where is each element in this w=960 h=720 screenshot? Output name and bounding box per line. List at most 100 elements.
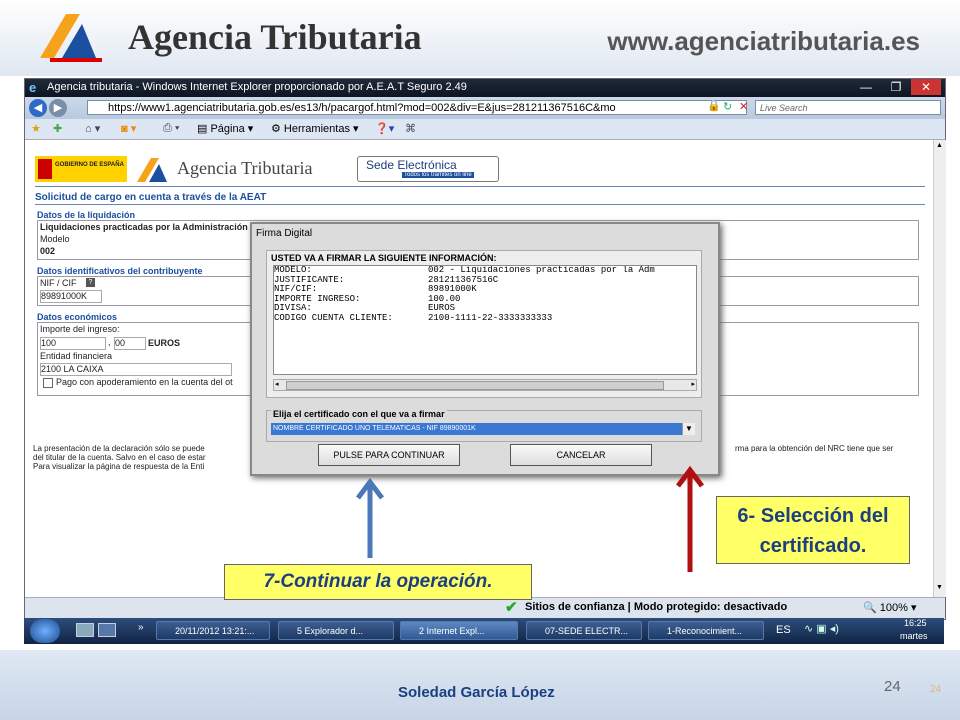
sede-title: Sede Electrónica [366, 158, 457, 172]
slide-header: Agencia Tributaria www.agenciatributaria… [0, 0, 960, 76]
continue-button[interactable]: PULSE PARA CONTINUAR [318, 444, 460, 466]
nif-label: NIF / CIF [40, 278, 77, 288]
info-title: USTED VA A FIRMAR LA SIGUIENTE INFORMACI… [271, 253, 497, 263]
gov-logo-text: GOBIERNO DE ESPAÑA [55, 162, 124, 168]
sede-logo: Sede Electrónica Todos los trámites on l… [357, 156, 499, 182]
section-contribuyente: Datos identificativos del contribuyente [37, 266, 203, 276]
window-titlebar: e Agencia tributaria - Windows Internet … [25, 79, 945, 97]
maximize-button[interactable]: ❐ [881, 79, 911, 95]
footer-text-1-right: rma para la obtención del NRC tiene que … [735, 444, 894, 453]
currency-label: EUROS [148, 338, 181, 348]
section-liquidacion: Datos de la liquidación [37, 210, 136, 220]
page-number: 24 [884, 678, 901, 695]
footer-text-2: del titular de la cuenta. Salvo en el ca… [33, 453, 206, 462]
page-heading: Solicitud de cargo en cuenta a través de… [35, 192, 267, 203]
scroll-up-icon[interactable]: ▲ [936, 142, 943, 149]
info-row: CODIGO CUENTA CLIENTE: 2100-1111-22-33333… [274, 312, 553, 323]
switch-windows-icon[interactable] [98, 623, 116, 637]
author-name: Soledad García López [398, 684, 555, 701]
heading-underline [35, 204, 925, 205]
home-icon[interactable]: ⌂ ▾ [85, 122, 100, 135]
callout-step-6: 6- Selección del certificado. [716, 496, 910, 564]
show-desktop-icon[interactable] [76, 623, 94, 637]
quicklaunch-chevron-icon[interactable]: » [138, 622, 144, 633]
scroll-down-icon[interactable]: ▼ [936, 584, 943, 591]
entidad-select[interactable]: 2100 LA CAIXA [40, 363, 232, 376]
tray-icons[interactable]: ∿ ▣ ◂) [804, 622, 839, 635]
cancel-button[interactable]: CANCELAR [510, 444, 652, 466]
taskbar-item[interactable]: 1-Reconocimient... [648, 621, 764, 640]
dialog-title: Firma Digital [256, 228, 313, 239]
nif-field[interactable]: 89891000K [40, 290, 102, 303]
zoom-level[interactable]: 🔍 100% ▾ [863, 601, 916, 614]
scroll-thumb[interactable] [286, 381, 664, 390]
minimize-button[interactable]: — [851, 79, 881, 95]
search-input[interactable]: Live Search [755, 100, 941, 115]
page-menu-label: Página [210, 123, 245, 135]
tools-menu-label: Herramientas [283, 123, 350, 135]
liquidacion-value: Liquidaciones practicadas por la Adminis… [40, 222, 248, 232]
firma-digital-dialog: Firma Digital USTED VA A FIRMAR LA SIGUI… [250, 222, 720, 476]
favorites-star-icon[interactable]: ★ [31, 122, 41, 135]
help-icon[interactable]: ❓▾ [375, 122, 394, 135]
page-divider [35, 186, 925, 187]
horizontal-scrollbar[interactable]: ◂ ▸ [273, 379, 697, 391]
modelo-value: 002 [40, 246, 56, 256]
importe-label: Importe del ingreso: [40, 324, 120, 334]
aeat-small-logo-icon [137, 158, 167, 182]
research-icon[interactable]: ⌘ [405, 122, 416, 135]
certificate-select[interactable]: NOMBRE CERTIFICADO UNO TELEMATICAS - NIF… [271, 423, 695, 435]
add-favorite-icon[interactable]: ✚ [53, 122, 62, 135]
vertical-scrollbar[interactable]: ▲ ▼ [933, 140, 946, 597]
info-panel: USTED VA A FIRMAR LA SIGUIENTE INFORMACI… [266, 250, 702, 398]
info-content: MODELO: 002 - Liquidaciones practicadas p… [273, 265, 697, 375]
print-icon[interactable]: ⎙ ▾ [163, 122, 179, 135]
page-number-small: 24 [930, 684, 942, 695]
back-button[interactable]: ◀ [29, 99, 47, 117]
window-title: Agencia tributaria - Windows Internet Ex… [47, 81, 467, 93]
certificate-title: Elija el certificado con el que va a fir… [271, 409, 447, 419]
address-bar: ◀ ▶ https://www1.agenciatributaria.gob.e… [25, 97, 945, 119]
entidad-label: Entidad financiera [40, 351, 113, 361]
start-button[interactable] [30, 619, 60, 643]
stop-icon[interactable]: ✕ [739, 100, 748, 113]
aeat-logo-icon [40, 14, 102, 62]
spain-crest-icon [38, 159, 52, 179]
red-arrow-icon [676, 466, 704, 572]
sede-subtitle: Todos los trámites on line [402, 172, 474, 178]
page-menu[interactable]: ▤ Página ▾ [197, 122, 253, 135]
chevron-down-icon[interactable]: ▼ [682, 423, 695, 435]
apoderamiento-label: Pago con apoderamiento en la cuenta del … [56, 377, 233, 387]
status-text: Sitios de confianza | Modo protegido: de… [525, 601, 788, 613]
decimal-separator: , [108, 337, 111, 347]
taskbar-item[interactable]: 07-SEDE ELECTR... [526, 621, 642, 640]
gov-logo: GOBIERNO DE ESPAÑA [35, 156, 127, 182]
scroll-left-icon[interactable]: ◂ [275, 380, 279, 388]
command-bar: ★ ✚ ⌂ ▾ ◙ ▾ ⎙ ▾ ▤ Página ▾ ⚙ Herramienta… [25, 119, 945, 140]
importe-decimal-field[interactable]: 00 [114, 337, 146, 350]
url-input[interactable]: https://www1.agenciatributaria.gob.es/es… [87, 100, 747, 115]
rss-icon[interactable]: ◙ ▾ [121, 122, 136, 135]
apoderamiento-checkbox[interactable] [43, 378, 53, 388]
ie-icon: e [29, 80, 37, 95]
taskbar-item[interactable]: 5 Explorador d... [278, 621, 394, 640]
header-title: Agencia Tributaria [128, 17, 422, 57]
clock-time[interactable]: 16:25 [904, 618, 927, 628]
close-button[interactable]: ✕ [911, 79, 941, 95]
taskbar-item[interactable]: 20/11/2012 13:21:... [156, 621, 270, 640]
info-row: JUSTIFICANTE: 281211367516C [274, 274, 499, 285]
lock-icon[interactable]: 🔒 [707, 99, 721, 112]
importe-integer-field[interactable]: 100 [40, 337, 106, 350]
help-icon[interactable]: ? [86, 278, 95, 287]
taskbar-item[interactable]: 2 Internet Expl... [400, 621, 518, 640]
section-economicos: Datos económicos [37, 312, 118, 322]
scroll-right-icon[interactable]: ▸ [691, 380, 695, 388]
info-row: IMPORTE INGRESO: 100.00 [274, 293, 461, 304]
refresh-icon[interactable]: ↻ [723, 100, 732, 113]
forward-button[interactable]: ▶ [49, 99, 67, 117]
language-indicator[interactable]: ES [776, 624, 791, 636]
tools-menu[interactable]: ⚙ Herramientas ▾ [271, 122, 359, 135]
zoom-value: 100% [879, 602, 908, 614]
footer-text-3: Para visualizar la página de respuesta d… [33, 462, 205, 471]
footer-text-1: La presentación de la declaración sólo s… [33, 444, 205, 453]
